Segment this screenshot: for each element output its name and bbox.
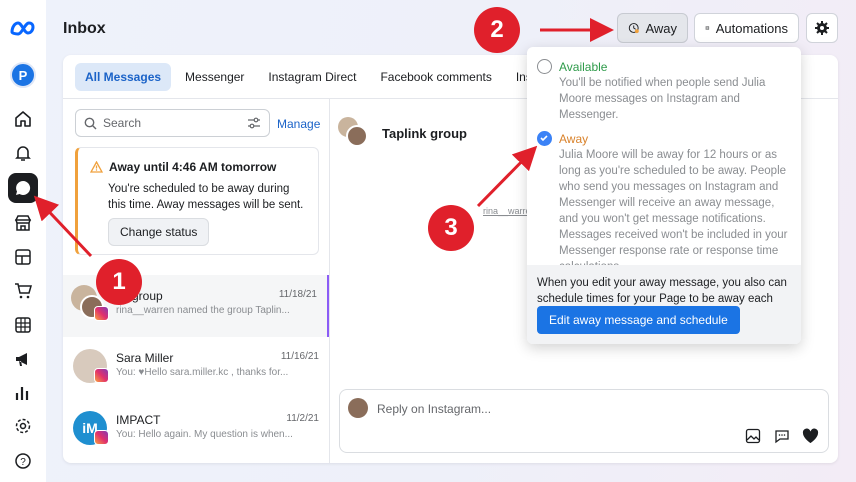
- inbox-tabs: All Messages Messenger Instagram Direct …: [75, 63, 552, 91]
- annotation-marker-3: 3: [428, 205, 474, 251]
- profile-avatar[interactable]: P: [8, 60, 38, 90]
- conversation-date: 11/18/21: [278, 289, 317, 300]
- conversation-preview: You: ♥Hello sara.miller.kc , thanks for.…: [116, 367, 289, 378]
- search-icon: [84, 117, 97, 129]
- reply-box[interactable]: Reply on Instagram...: [339, 389, 829, 453]
- search-placeholder: Search: [103, 116, 142, 130]
- reply-placeholder: Reply on Instagram...: [377, 402, 492, 416]
- meta-logo-icon[interactable]: [8, 14, 38, 44]
- warning-icon: [90, 161, 103, 173]
- away-radio[interactable]: [537, 131, 552, 146]
- edit-away-message-button[interactable]: Edit away message and schedule: [537, 306, 740, 334]
- tab-all-messages[interactable]: All Messages: [75, 63, 172, 91]
- available-description: You'll be notified when people send Juli…: [559, 77, 766, 121]
- image-icon[interactable]: [745, 428, 761, 444]
- tab-messenger[interactable]: Messenger: [175, 63, 254, 91]
- chat-group-name: Taplink group: [382, 126, 467, 141]
- pages-icon[interactable]: [8, 242, 38, 272]
- cart-icon[interactable]: [8, 276, 38, 306]
- instagram-icon: [94, 430, 109, 445]
- available-title[interactable]: Available: [559, 60, 607, 74]
- annotation-marker-1: 1: [96, 259, 142, 305]
- left-nav-rail: P ?: [0, 0, 46, 482]
- bell-icon[interactable]: [8, 138, 38, 168]
- conversation-date: 11/2/21: [286, 413, 319, 424]
- available-radio[interactable]: [537, 59, 552, 74]
- filter-icon[interactable]: [247, 117, 261, 129]
- chart-icon[interactable]: [8, 378, 38, 408]
- conversation-name: Sara Miller: [116, 351, 174, 365]
- change-status-button[interactable]: Change status: [108, 218, 210, 246]
- conversation-item[interactable]: iM IMPACT 11/2/21 You: Hello again. My q…: [63, 399, 329, 461]
- avatar: [348, 398, 368, 418]
- column-divider: [329, 99, 330, 463]
- conversation-preview: You: Hello again. My question is when...: [116, 429, 293, 440]
- away-status-button[interactable]: Away: [617, 13, 688, 43]
- group-avatar: [338, 117, 368, 147]
- annotation-marker-2: 2: [474, 7, 520, 53]
- home-icon[interactable]: [8, 104, 38, 134]
- away-label: Away: [645, 20, 677, 36]
- help-icon[interactable]: ?: [8, 446, 38, 476]
- away-notice-title: Away until 4:46 AM tomorrow: [109, 160, 277, 174]
- conversation-name: IMPACT: [116, 413, 161, 427]
- away-notice-title-row: Away until 4:46 AM tomorrow: [90, 160, 276, 174]
- megaphone-icon[interactable]: [8, 344, 38, 374]
- tab-instagram-direct[interactable]: Instagram Direct: [258, 63, 366, 91]
- away-menu-footer: When you edit your away message, you als…: [527, 265, 801, 344]
- conversation-item[interactable]: Sara Miller 11/16/21 You: ♥Hello sara.mi…: [63, 337, 329, 399]
- away-notice: Away until 4:46 AM tomorrow You're sched…: [75, 147, 319, 255]
- table-icon[interactable]: [8, 310, 38, 340]
- search-input[interactable]: Search: [75, 109, 270, 137]
- automations-button[interactable]: Automations: [694, 13, 799, 43]
- settings-icon[interactable]: [8, 411, 38, 441]
- conversation-date: 11/16/21: [280, 351, 319, 362]
- away-notice-description: You're scheduled to be away during this …: [108, 183, 304, 211]
- saved-reply-icon[interactable]: [774, 428, 790, 444]
- manage-link[interactable]: Manage: [277, 117, 320, 131]
- away-description: Julia Moore will be away for 12 hours or…: [559, 149, 788, 273]
- profile-initial: P: [10, 62, 36, 88]
- gear-icon: [815, 21, 829, 35]
- away-status-menu: Available You'll be notified when people…: [527, 47, 801, 344]
- automation-icon: [705, 26, 710, 30]
- page-title: Inbox: [63, 20, 106, 37]
- tab-facebook-comments[interactable]: Facebook comments: [370, 63, 501, 91]
- svg-text:?: ?: [20, 457, 26, 468]
- shop-icon[interactable]: [8, 208, 38, 238]
- conversation-preview: rina__warren named the group Taplin...: [116, 305, 290, 316]
- check-icon: [540, 135, 548, 142]
- automations-label: Automations: [715, 20, 788, 36]
- heart-icon[interactable]: [802, 428, 819, 444]
- settings-button[interactable]: [806, 13, 838, 43]
- away-title[interactable]: Away: [559, 132, 588, 146]
- instagram-icon: [94, 368, 109, 383]
- clock-icon: [628, 23, 639, 34]
- chat-icon[interactable]: [8, 173, 38, 203]
- instagram-icon: [94, 306, 109, 321]
